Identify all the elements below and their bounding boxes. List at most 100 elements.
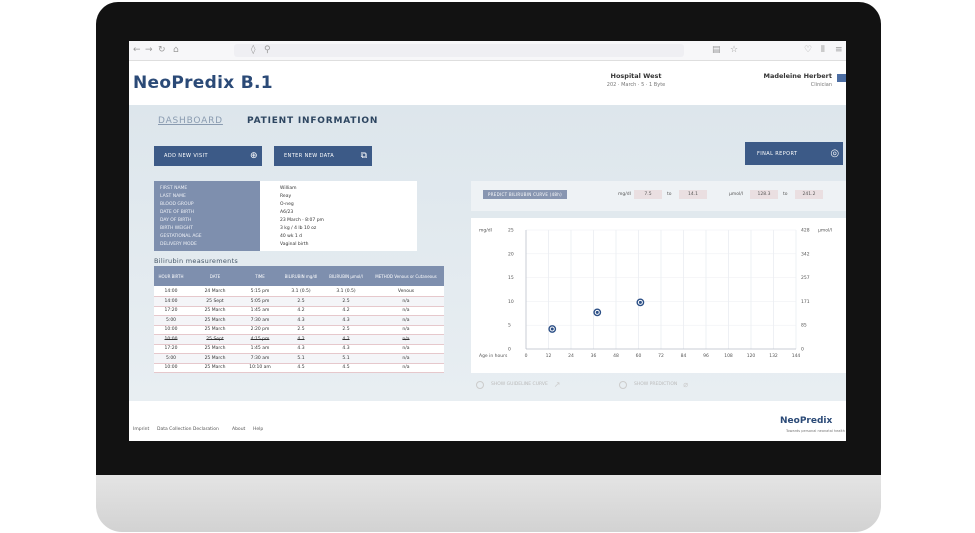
cell-mgdl: 4.5 [297,365,305,370]
tab-dashboard[interactable]: DASHBOARD [158,116,223,126]
patient-info-row: GESTATIONAL AGE 40 wk 1 d [154,233,417,240]
col-date[interactable]: DATE [188,266,242,286]
footer-link-about[interactable]: About [232,427,245,432]
table-row[interactable]: 14:00 25 Sept 5:05 pm 2.5 2.5 n/a [154,296,444,307]
app-header: NeoPredix B.1 Hospital West 202 · March … [129,61,846,105]
cell-umol: 4.2 [342,336,350,342]
table-row[interactable]: 10:00 25 March 10:10 am 4.5 4.5 n/a [154,363,444,373]
library-icon[interactable]: ⫴ [821,45,825,55]
measurements-title: Bilirubin measurements [154,257,239,265]
table-row[interactable]: 10:00 25 Sept 4:15 pm 4.2 4.2 n/a [154,334,444,345]
toggle-prediction[interactable]: SHOW PREDICTION ⌀ [619,380,688,389]
patient-info-row: LAST NAME Reay [154,193,417,200]
forward-icon[interactable]: → [145,45,153,55]
x-tick-label: 0 [525,353,528,359]
table-row[interactable]: 5:00 25 March 7:30 am 4.3 4.3 n/a [154,315,444,326]
address-bar[interactable] [234,44,684,57]
y-left-tick-label: 20 [508,251,514,257]
cell-time: 1:45 am [250,308,270,313]
cell-method: n/a [402,355,410,361]
table-row[interactable]: 17:20 25 March 1:45 am 4.2 4.2 n/a [154,306,444,316]
umol-from-field[interactable]: 128.3 [750,190,778,199]
screen: ← → ↻ ⌂ ◊ ⚲ ▤ ☆ ♡ ⫴ ≡ NeoPredix B.1 Hosp… [129,41,846,441]
toggle-guideline[interactable]: SHOW GUIDELINE CURVE ↗ [476,380,561,389]
add-new-visit-button[interactable]: ADD NEW VISIT ⊕ [154,146,262,166]
mgdl-to-field[interactable]: 14.1 [679,190,707,199]
x-tick-label: 84 [681,353,687,359]
col-time[interactable]: TIME [242,266,278,286]
cell-umol: 4.2 [342,308,350,313]
user-menu-icon[interactable] [837,74,846,82]
table-header: HOUR BIRTH DATE TIME BILIRUBIN mg/dl BIL… [154,266,444,286]
mgdl-from-field[interactable]: 7.5 [634,190,662,199]
cell-time: 5:15 pm [250,289,270,294]
monitor: ← → ↻ ⌂ ◊ ⚲ ▤ ☆ ♡ ⫴ ≡ NeoPredix B.1 Hosp… [96,2,881,532]
table-row[interactable]: 10:00 25 March 2:20 pm 2.5 2.5 n/a [154,325,444,335]
predict-curve-button[interactable]: PREDICT BILIRUBIN CURVE (48h) [483,190,567,199]
y-left-axis-label: mg/dl [479,228,492,234]
cell-method: n/a [402,298,410,304]
bookmark-star-icon[interactable]: ☆ [730,45,738,55]
hospital-info: Hospital West 202 · March · 5 · 1 Byte [581,72,691,88]
cell-hour: 10:00 [164,365,178,370]
cell-date: 25 March [204,346,226,351]
user-info[interactable]: Madeleine Herbert Clinician [763,72,832,88]
reader-icon[interactable]: ▤ [712,45,721,55]
umol-to-field[interactable]: 241.2 [795,190,823,199]
tab-patient-information[interactable]: PATIENT INFORMATION [247,116,378,126]
cell-time: 10:10 am [249,365,271,370]
enter-new-data-button[interactable]: ENTER NEW DATA ⧉ [274,146,372,166]
footer-link-imprint[interactable]: Imprint [133,427,149,432]
plus-circle-icon: ⊕ [250,151,258,161]
cell-hour: 14:00 [164,298,178,304]
home-icon[interactable]: ⌂ [173,45,179,55]
table-row[interactable]: 5:00 25 March 7:30 am 5.1 5.1 n/a [154,353,444,364]
cell-method: n/a [402,346,410,351]
footer-link-data-collection[interactable]: Data Collection Declaration [157,427,219,432]
y-right-tick-label: 428 [801,228,810,234]
bilirubin-chart[interactable]: 0 5 10 15 20 25 0 85 171 257 342 428 0 12 24 36 48 60 72 84… [471,218,846,373]
col-method[interactable]: METHOD Venous or Cutaneous [368,266,444,286]
col-bilirubin-umol[interactable]: BILIRUBIN µmol/l [324,266,368,286]
x-tick-label: 96 [703,353,709,359]
final-report-label: FINAL REPORT [757,150,798,157]
cell-time: 2:20 pm [250,327,270,332]
cell-hour: 17:20 [164,346,178,351]
reload-icon[interactable]: ↻ [158,45,166,55]
x-tick-label: 108 [724,353,733,359]
table-row[interactable]: 17:20 25 March 1:45 am 4.3 4.3 n/a [154,344,444,354]
y-left-tick-label: 15 [508,275,514,281]
cell-hour: 5:00 [165,355,177,361]
cell-method: n/a [402,308,410,313]
cell-umol: 3.1 (0.5) [336,289,356,294]
final-report-button[interactable]: FINAL REPORT ◎ [745,142,843,165]
app-logo[interactable]: NeoPredix B.1 [133,73,273,93]
cell-date: 25 March [204,355,226,361]
menu-icon[interactable]: ≡ [835,45,843,55]
shield-icon: ◊ [251,45,256,55]
cell-time: 1:45 am [250,346,270,351]
y-right-tick-label: 342 [801,251,810,257]
footer-link-help[interactable]: Help [253,427,263,432]
prediction-radio[interactable] [619,380,627,389]
cell-time: 7:30 am [250,355,270,361]
cell-method: Venous [397,289,415,294]
pocket-icon[interactable]: ♡ [804,45,812,55]
table-row[interactable]: 14:00 24 March 5:15 pm 3.1 (0.5) 3.1 (0.5) Ve… [154,287,444,297]
back-icon[interactable]: ← [133,45,141,55]
cell-method: n/a [402,327,410,332]
thermometer-icon: ⌀ [683,380,689,389]
patient-info-row: BIRTH WEIGHT 3 kg / 4 lb 10 oz [154,225,417,232]
x-tick-label: 12 [546,353,552,359]
data-point-core [595,310,599,314]
cell-mgdl: 5.1 [297,355,305,361]
patient-info-value: Reay [280,194,292,199]
cell-method: n/a [402,336,410,342]
external-link-icon: ⧉ [360,151,368,161]
col-bilirubin-mgdl[interactable]: BILIRUBIN mg/dl [278,266,324,286]
cell-time: 4:15 pm [250,336,270,342]
x-tick-label: 144 [792,353,801,359]
to-label: to [783,192,788,197]
guideline-radio[interactable] [476,380,484,389]
col-hour-birth[interactable]: HOUR BIRTH [154,266,188,286]
